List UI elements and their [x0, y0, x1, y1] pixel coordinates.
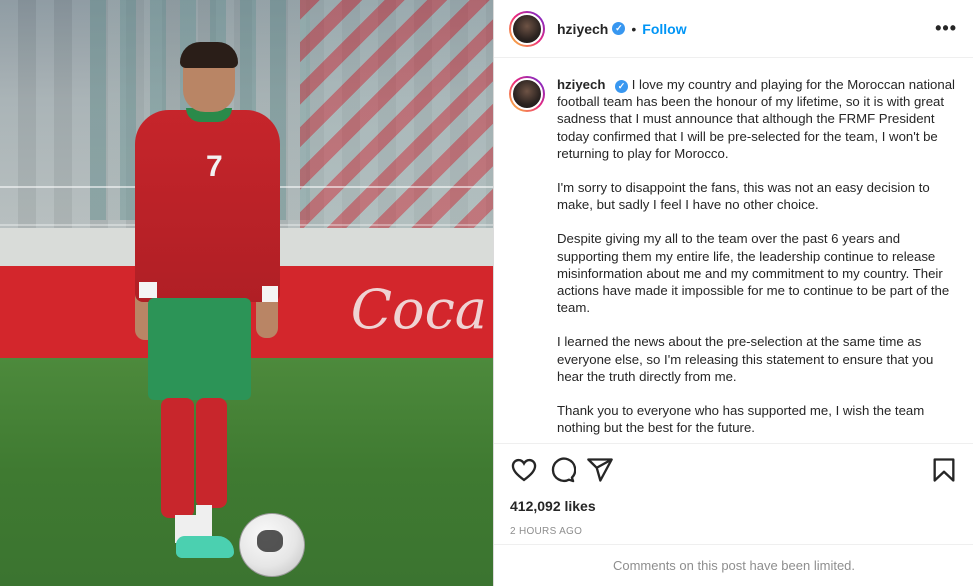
bookmark-icon[interactable]	[930, 456, 958, 484]
player-hair	[180, 42, 238, 68]
post-timestamp[interactable]: 2 HOURS AGO	[510, 526, 958, 537]
caption-text: hziyech ✓ I love my country and playing …	[557, 76, 957, 442]
avatar-image	[511, 12, 543, 45]
player-sock-cuff-right	[196, 505, 212, 539]
avatar-image	[511, 78, 543, 110]
caption-paragraph: I'm sorry to disappoint the fans, this w…	[557, 180, 930, 213]
separator-dot: •	[631, 20, 637, 37]
football-player: 7	[0, 0, 493, 586]
more-options-icon[interactable]: •••	[935, 18, 957, 39]
username-link[interactable]: hziyech	[557, 21, 608, 37]
caption-area[interactable]: hziyech ✓ I love my country and playing …	[494, 58, 973, 442]
wristband-right	[262, 286, 278, 302]
player-sock-left	[161, 398, 194, 518]
share-icon[interactable]	[586, 456, 614, 484]
jersey-number: 7	[206, 150, 223, 183]
action-icons	[510, 456, 958, 484]
verified-icon: ✓	[612, 22, 626, 35]
player-shirt	[135, 110, 280, 302]
player-boot	[176, 536, 234, 558]
player-shorts	[148, 298, 251, 400]
avatar[interactable]	[509, 10, 545, 47]
post-photo[interactable]: Coca 7	[0, 0, 493, 586]
comment-icon[interactable]	[548, 456, 576, 484]
wristband-left	[139, 282, 157, 298]
verified-icon: ✓	[615, 80, 629, 94]
comments-limited-notice: Comments on this post have been limited.	[494, 544, 973, 586]
post-actions: 412,092 likes 2 HOURS AGO	[494, 443, 973, 537]
football-pattern	[257, 530, 283, 552]
caption-username[interactable]: hziyech	[557, 77, 605, 92]
caption-paragraph: Despite giving my all to the team over t…	[557, 231, 950, 316]
post-header: hziyech ✓ • Follow •••	[494, 0, 973, 58]
caption-paragraph: I learned the news about the pre-selecti…	[557, 334, 934, 384]
likes-count[interactable]: 412,092 likes	[510, 498, 958, 514]
follow-button[interactable]: Follow	[642, 21, 686, 37]
caption-avatar[interactable]	[509, 76, 545, 112]
caption-paragraph: hziyech ✓ I love my country and playing …	[557, 76, 957, 162]
caption-paragraph: Thank you to everyone who has supported …	[557, 403, 925, 436]
heart-icon[interactable]	[510, 456, 538, 484]
player-sock-right	[196, 398, 227, 508]
post-panel: hziyech ✓ • Follow ••• hziyech ✓ I love …	[493, 0, 973, 586]
